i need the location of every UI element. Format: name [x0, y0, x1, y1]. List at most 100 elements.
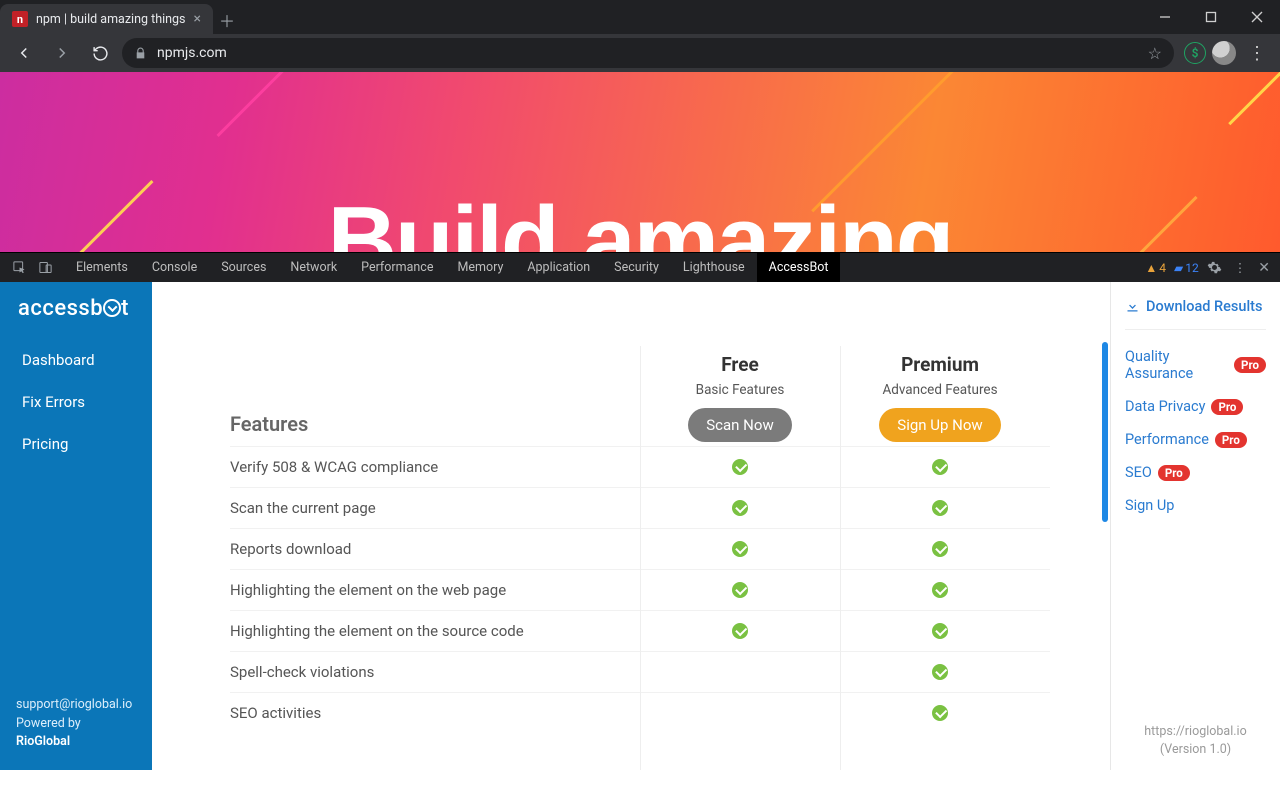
devtools-warning-count[interactable]: ▲ 4 — [1145, 261, 1166, 275]
sign-up-now-button[interactable]: Sign Up Now — [879, 408, 1000, 442]
close-tab-icon[interactable]: × — [194, 11, 201, 27]
check-icon — [932, 500, 948, 516]
decorative-streak — [1228, 72, 1280, 125]
devtools-tab-console[interactable]: Console — [140, 253, 209, 282]
feature-cell — [840, 540, 1040, 558]
feature-label: Highlighting the element on the web page — [230, 581, 640, 599]
sidebar-item-fix-errors[interactable]: Fix Errors — [0, 381, 152, 423]
window-titlebar: n npm | build amazing things × ＋ — [0, 0, 1280, 34]
pro-badge: Pro — [1215, 432, 1247, 448]
browser-tab[interactable]: n npm | build amazing things × — [0, 4, 213, 34]
hero-headline: Build amazing — [328, 186, 953, 252]
devtools-tab-network[interactable]: Network — [278, 253, 349, 282]
npm-favicon-icon: n — [12, 11, 28, 27]
feature-cell — [840, 499, 1040, 517]
devtools-close-icon[interactable]: ✕ — [1254, 260, 1274, 276]
download-icon — [1125, 299, 1140, 314]
new-tab-button[interactable]: ＋ — [213, 6, 241, 34]
npm-hero-banner: Build amazing — [0, 72, 1280, 252]
download-results-link[interactable]: Download Results — [1125, 298, 1266, 330]
check-icon — [732, 623, 748, 639]
device-toolbar-icon[interactable] — [32, 253, 58, 283]
sidebar-item-pricing[interactable]: Pricing — [0, 423, 152, 465]
sidebar-footer: support@rioglobal.io Powered by RioGloba… — [0, 696, 152, 762]
support-email[interactable]: support@rioglobal.io — [16, 696, 136, 715]
accessbot-panel: accessbt DashboardFix ErrorsPricing supp… — [0, 282, 1280, 770]
plan-free-subtitle: Basic Features — [640, 382, 840, 398]
decorative-streak — [217, 72, 304, 137]
rightpane-footer: https://rioglobal.io (Version 1.0) — [1125, 723, 1266, 761]
feature-label: Spell-check violations — [230, 663, 640, 681]
powered-by-link[interactable]: RioGlobal — [16, 734, 70, 749]
sidebar-item-dashboard[interactable]: Dashboard — [0, 339, 152, 381]
pro-badge: Pro — [1234, 357, 1266, 373]
feature-cell — [840, 622, 1040, 640]
rightpane-link-seo[interactable]: SEOPro — [1125, 464, 1266, 481]
devtools-tab-sources[interactable]: Sources — [209, 253, 278, 282]
rightpane-link-label: Data Privacy — [1125, 398, 1205, 415]
content-scrollbar[interactable] — [1102, 342, 1108, 730]
check-icon — [932, 664, 948, 680]
window-close-button[interactable] — [1234, 0, 1280, 34]
rightpane-link-quality-assurance[interactable]: Quality Assurance Pro — [1125, 348, 1266, 382]
browser-toolbar: npmjs.com ☆ $ ⋮ — [0, 34, 1280, 72]
pro-badge: Pro — [1211, 399, 1243, 415]
reload-button[interactable] — [84, 37, 116, 69]
chrome-menu-button[interactable]: ⋮ — [1242, 43, 1272, 64]
decorative-streak — [67, 180, 154, 252]
feature-cell — [640, 622, 840, 640]
devtools-more-icon[interactable]: ⋮ — [1230, 260, 1251, 276]
forward-button[interactable] — [46, 37, 78, 69]
feature-label: SEO activities — [230, 704, 640, 722]
profile-avatar[interactable] — [1212, 41, 1236, 65]
devtools-tab-application[interactable]: Application — [515, 253, 602, 282]
feature-cell — [640, 458, 840, 476]
feature-label: Highlighting the element on the source c… — [230, 622, 640, 640]
scrollbar-thumb[interactable] — [1102, 342, 1108, 522]
address-bar[interactable]: npmjs.com ☆ — [122, 38, 1174, 68]
devtools-settings-icon[interactable] — [1203, 260, 1226, 275]
plan-free-name: Free — [640, 353, 840, 376]
check-icon — [732, 459, 748, 475]
rightpane-link-sign-up[interactable]: Sign Up — [1125, 497, 1266, 514]
feature-label: Scan the current page — [230, 499, 640, 517]
devtools-tab-memory[interactable]: Memory — [445, 253, 515, 282]
window-minimize-button[interactable] — [1142, 0, 1188, 34]
feature-label: Reports download — [230, 540, 640, 558]
bottom-gap — [0, 770, 1280, 800]
rightpane-link-performance[interactable]: PerformancePro — [1125, 431, 1266, 448]
feature-cell — [840, 581, 1040, 599]
devtools-tab-accessbot[interactable]: AccessBot — [757, 253, 841, 282]
check-icon — [732, 541, 748, 557]
features-heading: Features — [230, 412, 640, 442]
extension-badge-icon[interactable]: $ — [1184, 42, 1206, 64]
tab-title: npm | build amazing things — [36, 12, 186, 27]
column-divider — [840, 346, 841, 770]
back-button[interactable] — [8, 37, 40, 69]
devtools-tab-lighthouse[interactable]: Lighthouse — [671, 253, 757, 282]
lock-icon — [134, 47, 147, 60]
check-icon — [932, 705, 948, 721]
rightpane-link-label: SEO — [1125, 464, 1152, 481]
accessbot-sidebar: accessbt DashboardFix ErrorsPricing supp… — [0, 282, 152, 770]
decorative-streak — [1082, 196, 1197, 252]
check-icon — [932, 541, 948, 557]
scan-now-button[interactable]: Scan Now — [688, 408, 791, 442]
accessbot-rightpane: Download Results Quality AssuranceProDat… — [1110, 282, 1280, 770]
feature-cell — [840, 663, 1040, 681]
devtools-tab-security[interactable]: Security — [602, 253, 671, 282]
devtools-tab-elements[interactable]: Elements — [64, 253, 140, 282]
feature-cell — [640, 540, 840, 558]
check-icon — [932, 582, 948, 598]
devtools-message-count[interactable]: ▰ 12 — [1174, 261, 1199, 275]
rightpane-link-label: Quality Assurance — [1125, 348, 1228, 382]
inspect-element-icon[interactable] — [6, 253, 32, 283]
rightpane-link-data-privacy[interactable]: Data Privacy Pro — [1125, 398, 1266, 415]
check-icon — [932, 459, 948, 475]
check-icon — [732, 500, 748, 516]
devtools-tab-performance[interactable]: Performance — [349, 253, 445, 282]
check-icon — [732, 582, 748, 598]
window-maximize-button[interactable] — [1188, 0, 1234, 34]
url-text: npmjs.com — [157, 45, 227, 61]
bookmark-star-icon[interactable]: ☆ — [1148, 44, 1162, 63]
